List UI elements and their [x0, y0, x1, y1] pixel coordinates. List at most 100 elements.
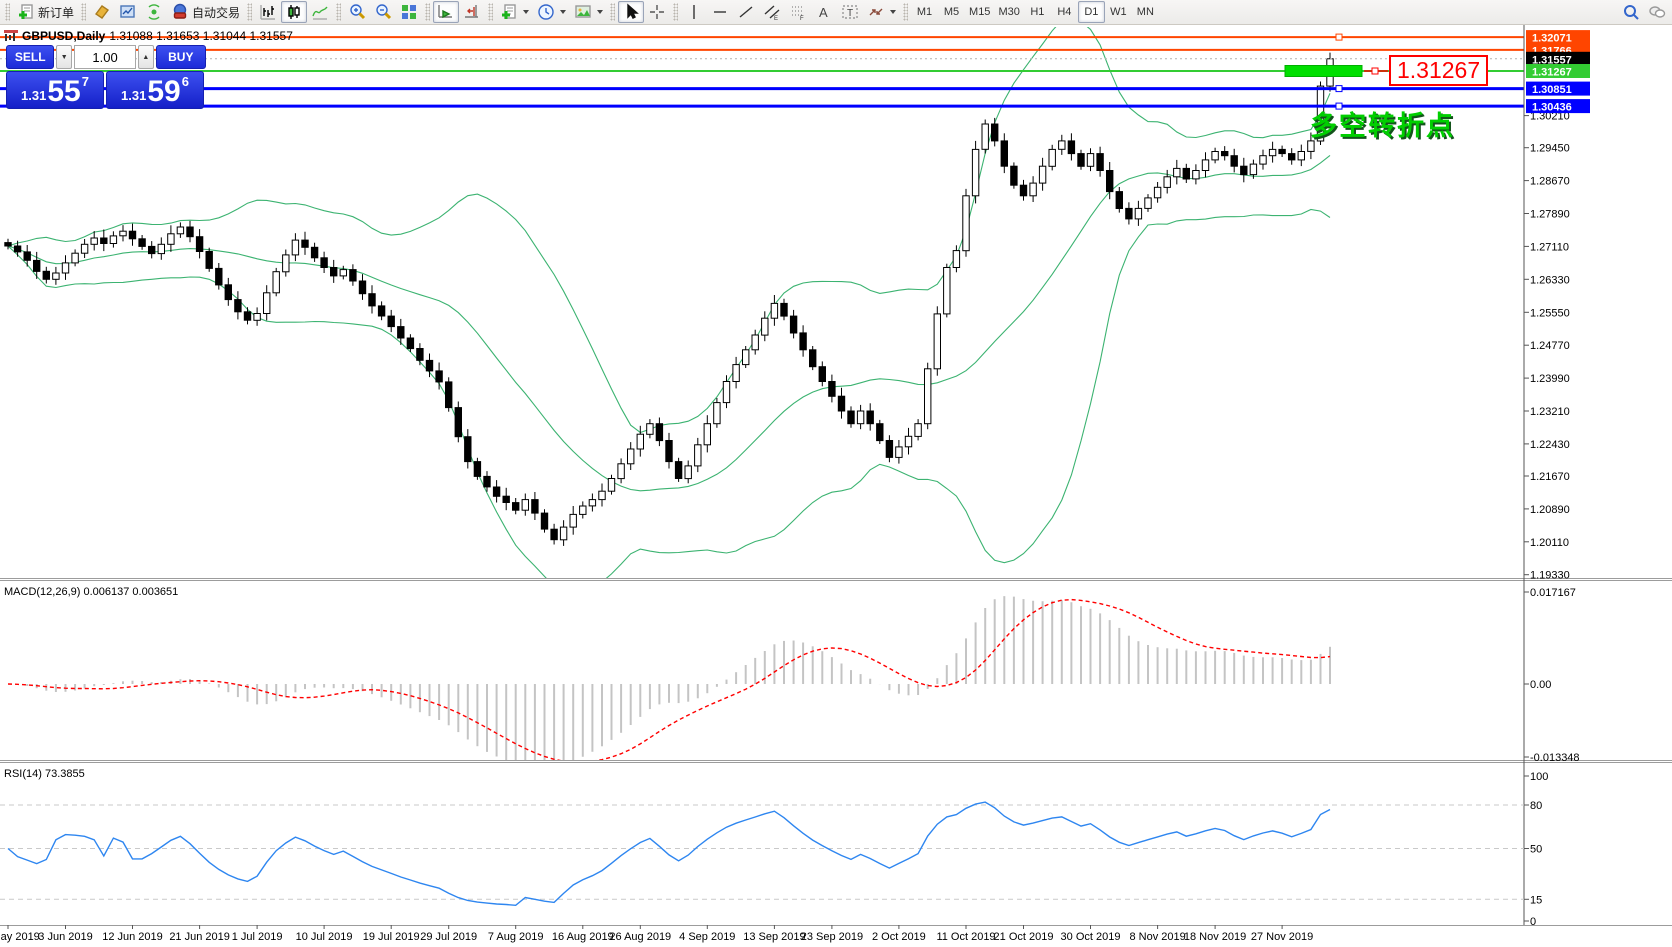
toolbar-grip	[610, 3, 615, 21]
bar-chart-button[interactable]	[255, 1, 281, 23]
timeframe-m30-button[interactable]: M30	[994, 1, 1023, 23]
zoom-in-icon	[348, 3, 366, 21]
svg-text:1.20110: 1.20110	[1530, 537, 1569, 549]
buy-button[interactable]: BUY	[156, 45, 206, 69]
fibonacci-button[interactable]: F	[785, 1, 811, 23]
candle	[848, 411, 854, 424]
candle	[407, 338, 413, 349]
volume-input[interactable]	[74, 45, 136, 69]
chart-shift-button[interactable]	[459, 1, 485, 23]
chart-canvas[interactable]: 1.302101.294501.286701.278901.271101.263…	[0, 25, 1672, 947]
candle	[168, 234, 174, 245]
hline-button[interactable]	[707, 1, 733, 23]
svg-text:0.00: 0.00	[1530, 679, 1551, 691]
ask-price-small: 1.31	[121, 88, 146, 103]
candle-chart-button[interactable]	[281, 1, 307, 23]
channel-button[interactable]: E	[759, 1, 785, 23]
timeframe-m15-button[interactable]: M15	[965, 1, 994, 23]
candle	[254, 314, 260, 321]
crosshair-button[interactable]	[644, 1, 670, 23]
candle	[273, 272, 279, 293]
line-chart-icon	[311, 3, 329, 21]
timeframe-d1-button[interactable]: D1	[1078, 1, 1105, 23]
one-click-trading-panel: SELL ▼ ▲ BUY 1.31 55 7 1.31 59 6	[6, 45, 206, 109]
date-tick-label: 21 Jun 2019	[169, 931, 230, 943]
svg-text:50: 50	[1530, 844, 1542, 856]
svg-text:1.23210: 1.23210	[1530, 406, 1570, 418]
candle	[1135, 208, 1141, 219]
date-tick-label: 29 Jul 2019	[420, 931, 477, 943]
candle	[647, 424, 653, 435]
candle	[982, 124, 988, 149]
rsi-indicator-label: RSI(14) 73.3855	[4, 768, 85, 780]
timeframe-m5-button[interactable]: M5	[938, 1, 965, 23]
candle	[771, 303, 777, 318]
candle	[934, 314, 940, 369]
periods-button[interactable]	[533, 1, 570, 23]
label-button[interactable]: T	[837, 1, 863, 23]
cursor-icon	[622, 3, 640, 21]
svg-text:1.23990: 1.23990	[1530, 373, 1570, 385]
candle	[570, 514, 576, 527]
volume-decrease-button[interactable]: ▼	[56, 45, 72, 69]
signals-button[interactable]	[141, 1, 167, 23]
candle	[819, 367, 825, 382]
auto-scroll-button[interactable]	[433, 1, 459, 23]
price-chart[interactable]: 1.302101.294501.286701.278901.271101.263…	[0, 25, 1672, 947]
volume-increase-button[interactable]: ▲	[138, 45, 154, 69]
timeframe-m1-button[interactable]: M1	[911, 1, 938, 23]
candle	[1011, 166, 1017, 185]
candle	[1269, 149, 1275, 155]
candle	[972, 149, 978, 195]
candle	[953, 251, 959, 268]
autotrade-button[interactable]: 自动交易	[167, 1, 244, 23]
date-tick-label: 3 Jun 2019	[38, 931, 92, 943]
timeframe-h4-button[interactable]: H4	[1051, 1, 1078, 23]
tile-windows-icon	[400, 3, 418, 21]
templates-button[interactable]	[570, 1, 607, 23]
vline-icon	[685, 3, 703, 21]
svg-text:E: E	[774, 16, 778, 21]
timeframe-w1-button[interactable]: W1	[1105, 1, 1132, 23]
chart-window[interactable]: 1.302101.294501.286701.278901.271101.263…	[0, 25, 1672, 947]
candle	[1001, 141, 1007, 166]
ask-price[interactable]: 1.31 59 6	[106, 71, 204, 109]
bid-price[interactable]: 1.31 55 7	[6, 71, 104, 109]
toolbar-grip	[247, 3, 252, 21]
svg-text:A: A	[819, 5, 828, 20]
new-order-button[interactable]: 新订单	[13, 1, 78, 23]
timeframe-h1-button[interactable]: H1	[1024, 1, 1051, 23]
zoom-in-button[interactable]	[344, 1, 370, 23]
sell-button[interactable]: SELL	[6, 45, 54, 69]
candle	[331, 268, 337, 276]
svg-text:1.26330: 1.26330	[1530, 274, 1570, 286]
ask-price-big: 59	[147, 78, 180, 107]
candle	[513, 503, 519, 511]
date-tick-label: 7 Aug 2019	[488, 931, 544, 943]
search-button[interactable]	[1618, 1, 1644, 23]
vline-button[interactable]	[681, 1, 707, 23]
line-chart-button[interactable]	[307, 1, 333, 23]
shapes-button[interactable]	[863, 1, 900, 23]
candle	[14, 246, 20, 252]
timeframe-mn-button[interactable]: MN	[1132, 1, 1159, 23]
market-watch-button[interactable]	[89, 1, 115, 23]
ohlc-values: 1.31088 1.31653 1.31044 1.31557	[109, 29, 293, 43]
candle	[560, 527, 566, 540]
dropdown-caret-icon	[523, 10, 529, 14]
text-button[interactable]: A	[811, 1, 837, 23]
fibonacci-icon: F	[789, 3, 807, 21]
cursor-button[interactable]	[618, 1, 644, 23]
trendline-button[interactable]	[733, 1, 759, 23]
chat-button[interactable]	[1644, 1, 1670, 23]
date-tick-label: 21 Oct 2019	[994, 931, 1054, 943]
zoom-out-button[interactable]	[370, 1, 396, 23]
candle	[302, 240, 308, 247]
charts-button[interactable]	[115, 1, 141, 23]
svg-text:1.32071: 1.32071	[1532, 33, 1572, 45]
indicators-button[interactable]	[496, 1, 533, 23]
candle	[359, 281, 365, 294]
timeframe-label: M30	[998, 6, 1019, 18]
tile-windows-button[interactable]	[396, 1, 422, 23]
candle	[72, 253, 78, 263]
